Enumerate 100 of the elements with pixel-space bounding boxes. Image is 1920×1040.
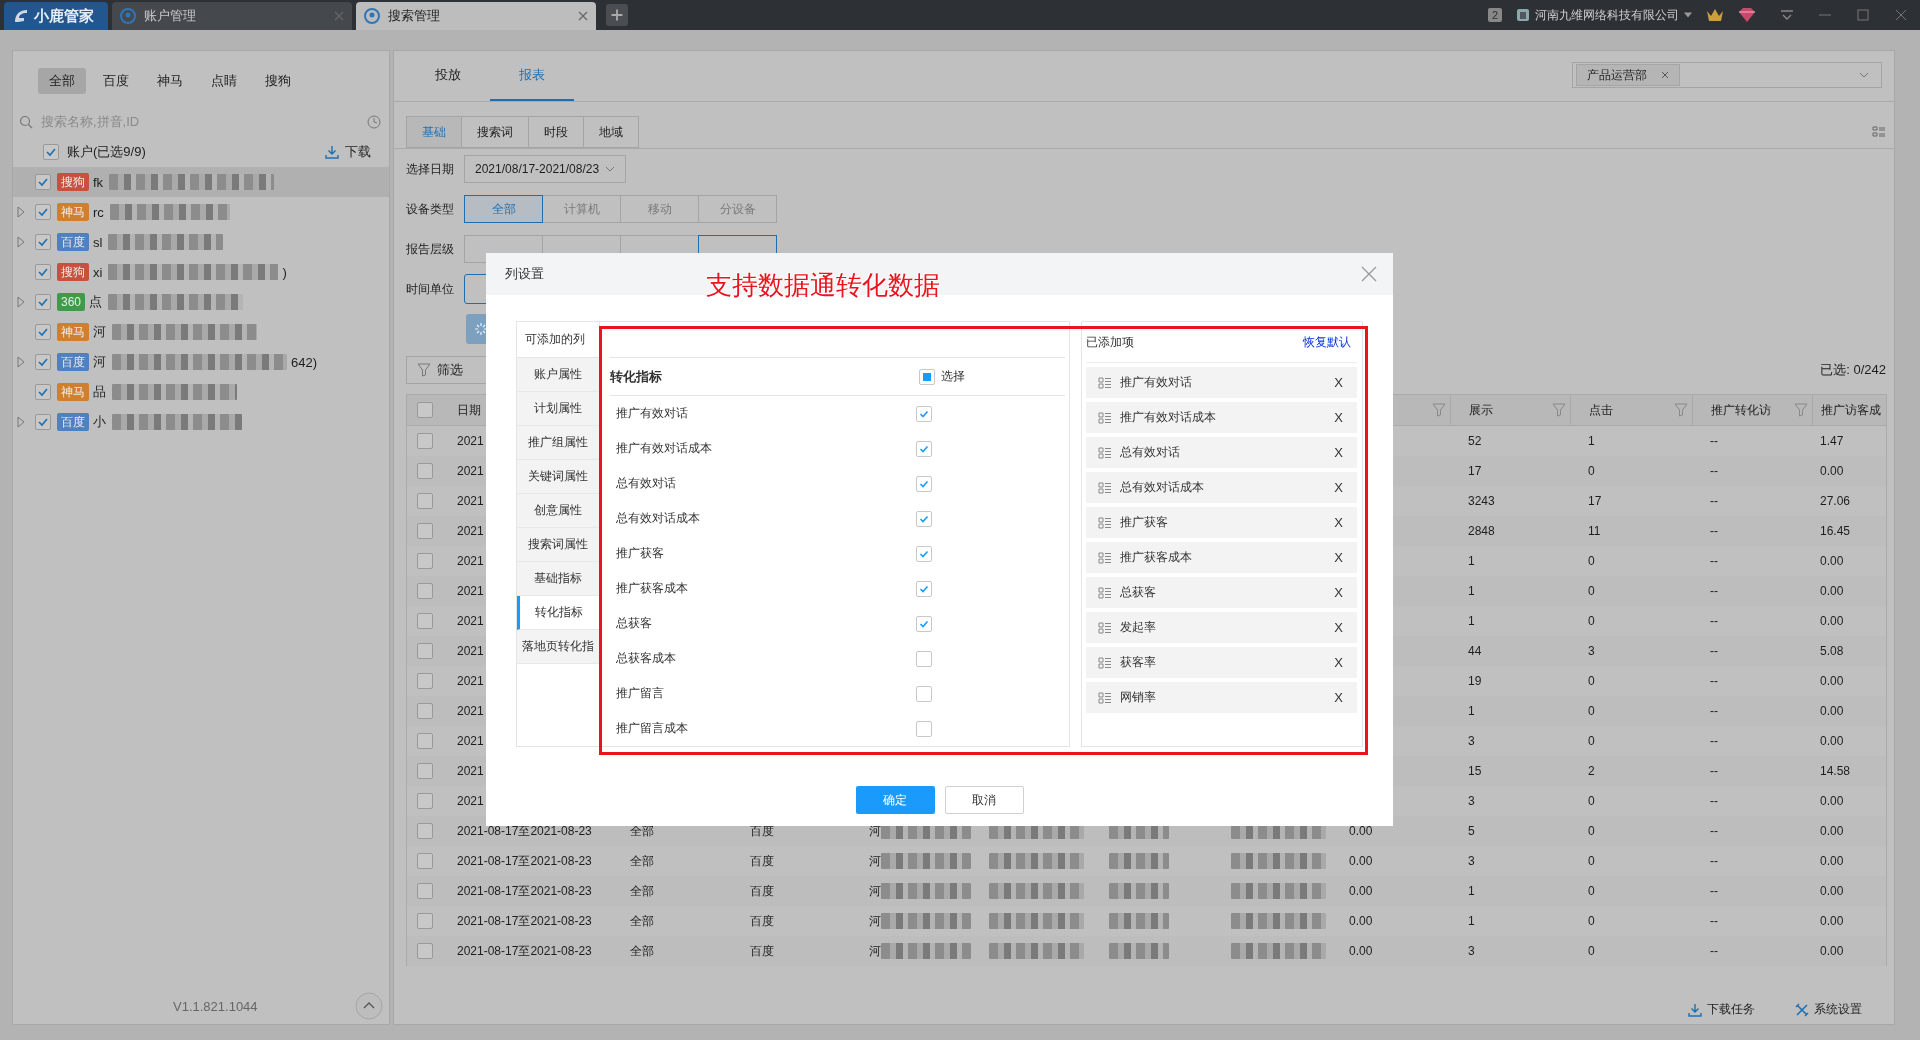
table-cell-text: --	[1709, 943, 1719, 960]
report-type-tab[interactable]: 时段	[528, 116, 584, 148]
added-column-item[interactable]: 推广获客 X	[1086, 507, 1357, 538]
added-column-item[interactable]: 网销率 X	[1086, 682, 1357, 713]
account-row[interactable]: 神马 品	[13, 377, 389, 407]
table-cell-text: 0.00	[1819, 913, 1845, 930]
account-name: fk	[93, 174, 104, 190]
table-cell: 2021	[457, 464, 484, 478]
table-cell: 河	[869, 942, 881, 960]
column-name: 总获客	[1120, 584, 1158, 601]
app-logo[interactable]: 小鹿管家	[4, 2, 108, 30]
remove-button[interactable]: X	[1334, 550, 1343, 565]
added-column-item[interactable]: 总获客 X	[1086, 577, 1357, 608]
table-cell-text: 0.00	[1819, 703, 1845, 720]
engine-filter-tab[interactable]: 点睛	[200, 68, 248, 94]
app-tab[interactable]: 搜索管理	[356, 2, 596, 30]
category-item[interactable]: 计划属性	[517, 392, 599, 426]
table-cell-text: 0	[1587, 733, 1596, 750]
date-range-field[interactable]: 2021/08/17-2021/08/23	[464, 155, 627, 183]
remove-button[interactable]: X	[1334, 410, 1343, 425]
engine-tag: 神马	[57, 203, 89, 221]
table-cell-text: 0.00	[1819, 553, 1845, 570]
added-column-item[interactable]: 总有效对话成本 X	[1086, 472, 1357, 503]
category-item[interactable]: 搜索词属性	[517, 528, 599, 562]
remove-button[interactable]: X	[1334, 620, 1343, 635]
account-row[interactable]: 搜狗 xi )	[13, 257, 389, 287]
column-header[interactable]: 展示	[1469, 401, 1493, 419]
account-row[interactable]: 神马 rc	[13, 197, 389, 227]
remove-button[interactable]: X	[1334, 655, 1343, 670]
metric-label: 推广留言	[615, 685, 664, 702]
table-cell-text: 5	[1467, 823, 1476, 840]
table-cell-text: 0.00	[1819, 883, 1845, 900]
table-cell-text: 0.00	[1348, 883, 1374, 900]
dialog-title: 列设置	[505, 265, 544, 283]
table-cell-text: 0.00	[1348, 913, 1374, 930]
category-item[interactable]: 创意属性	[517, 494, 599, 528]
added-column-item[interactable]: 总有效对话 X	[1086, 437, 1357, 468]
remove-button[interactable]: X	[1334, 445, 1343, 460]
table-cell-text: --	[1709, 493, 1719, 510]
added-column-item[interactable]: 推广有效对话成本 X	[1086, 402, 1357, 433]
table-cell-text: --	[1709, 523, 1719, 540]
department-select[interactable]: 产品运营部	[1572, 62, 1882, 88]
column-name: 推广有效对话成本	[1120, 409, 1218, 426]
account-row[interactable]: 百度 小	[13, 407, 389, 437]
account-row[interactable]: 百度 河 642)	[13, 347, 389, 377]
category-item[interactable]: 落地页转化指	[517, 630, 599, 664]
table-cell-text: 百度	[749, 852, 775, 870]
table-cell: 2021	[457, 494, 484, 508]
remove-button[interactable]: X	[1334, 375, 1343, 390]
account-row[interactable]: 百度 sl	[13, 227, 389, 257]
reset-default-link[interactable]: 恢复默认	[1303, 333, 1351, 351]
engine-tag: 神马	[57, 383, 89, 401]
download-tasks-link[interactable]: 下载任务	[1688, 1001, 1755, 1018]
column-name: 发起率	[1120, 619, 1158, 636]
table-cell-text: 0.00	[1819, 853, 1845, 870]
category-item[interactable]: 关键词属性	[517, 460, 599, 494]
category-item[interactable]: 基础指标	[517, 562, 599, 596]
system-settings-link[interactable]: 系统设置	[1795, 1001, 1862, 1018]
column-header[interactable]: 点击	[1589, 401, 1613, 419]
table-cell-text: 0	[1587, 703, 1596, 720]
download-button[interactable]: 下载	[325, 143, 371, 161]
table-cell-text: 3	[1467, 793, 1476, 810]
category-item[interactable]: 账户属性	[517, 358, 599, 392]
added-column-item[interactable]: 获客率 X	[1086, 647, 1357, 678]
added-column-item[interactable]: 发起率 X	[1086, 612, 1357, 643]
account-count-label: 账户(已选9/9)	[67, 143, 147, 161]
engine-filter-tab[interactable]: 神马	[146, 68, 194, 94]
cancel-button[interactable]: 取消	[944, 786, 1024, 814]
engine-filter-tab[interactable]: 搜狗	[254, 68, 302, 94]
added-column-item[interactable]: 推广获客成本 X	[1086, 542, 1357, 573]
column-header[interactable]: 推广转化访	[1711, 401, 1771, 419]
remove-button[interactable]: X	[1334, 585, 1343, 600]
account-name: 点	[89, 293, 103, 311]
account-row[interactable]: 搜狗 fk	[13, 167, 389, 197]
main-tab[interactable]: 投放	[406, 51, 490, 101]
column-name: 推广有效对话	[1120, 374, 1194, 391]
account-row[interactable]: 360 点	[13, 287, 389, 317]
remove-button[interactable]: X	[1334, 515, 1343, 530]
table-cell: 2021	[457, 614, 484, 628]
account-name: sl	[93, 234, 103, 250]
report-type-tab[interactable]: 搜索词	[461, 116, 529, 148]
metric-label: 总获客	[615, 615, 652, 632]
remove-button[interactable]: X	[1334, 690, 1343, 705]
engine-filter-tab[interactable]: 全部	[38, 68, 86, 94]
category-item[interactable]: 推广组属性	[517, 426, 599, 460]
table-cell-text: 0	[1587, 853, 1596, 870]
report-type-tab[interactable]: 地域	[583, 116, 639, 148]
table-cell: 2021	[457, 584, 484, 598]
app-tab[interactable]: 账户管理	[112, 2, 352, 30]
table-cell-text: 0.00	[1819, 793, 1845, 810]
company-menu[interactable]: 河南九维网络科技有限公司	[1516, 6, 1692, 24]
remove-button[interactable]: X	[1334, 480, 1343, 495]
engine-filter-tab[interactable]: 百度	[92, 68, 140, 94]
column-name: 网销率	[1120, 689, 1158, 706]
table-cell: 2021	[457, 674, 484, 688]
account-row[interactable]: 神马 河	[13, 317, 389, 347]
category-item[interactable]: 转化指标	[517, 596, 599, 630]
added-column-item[interactable]: 推广有效对话 X	[1086, 367, 1357, 398]
notification-badge[interactable]: 2	[1487, 8, 1502, 22]
column-header[interactable]: 推广访客成	[1812, 395, 1886, 425]
